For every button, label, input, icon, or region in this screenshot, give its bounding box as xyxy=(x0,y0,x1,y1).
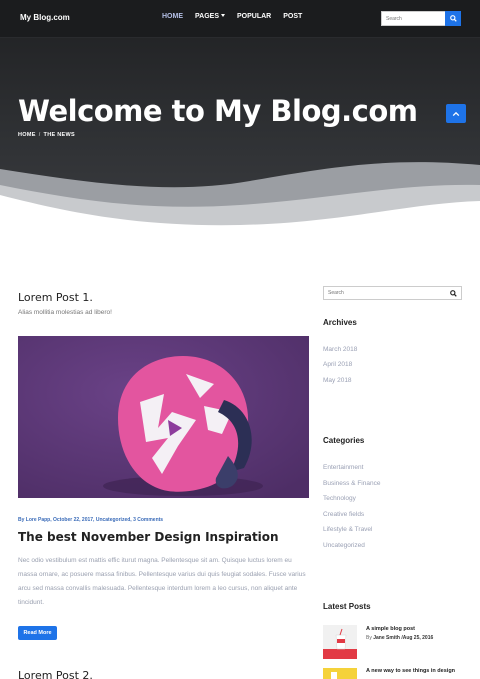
coffee-cup-image xyxy=(323,625,357,659)
category-link[interactable]: Entertainment xyxy=(323,464,363,471)
search-icon xyxy=(449,289,457,297)
post-2-title[interactable]: Lorem Post 2. xyxy=(18,669,93,679)
top-navbar: My Blog.com HOME PAGES POPULAR POST xyxy=(0,0,480,38)
article-meta: By Lore Papp, October 22, 2017, Uncatego… xyxy=(18,517,163,523)
latest-post-author[interactable]: Jane Smith xyxy=(373,635,400,641)
meta-date[interactable]: October 22, 2017, xyxy=(53,517,94,523)
search-icon xyxy=(449,15,457,22)
wave-decoration xyxy=(0,162,480,230)
category-link[interactable]: Creative fields xyxy=(323,511,364,518)
sidebar-search-input[interactable] xyxy=(324,287,445,299)
latest-post-thumbnail[interactable] xyxy=(323,667,357,679)
helmet-illustration xyxy=(18,336,309,498)
header-search-input[interactable] xyxy=(381,11,445,26)
chevron-up-icon xyxy=(452,111,460,116)
category-link[interactable]: Lifestyle & Travel xyxy=(323,526,373,533)
latest-post-meta: By Jane Smith /Aug 25, 2016 xyxy=(366,635,433,641)
read-more-button[interactable]: Read More xyxy=(18,626,57,640)
caret-down-icon xyxy=(221,14,225,17)
article-title[interactable]: The best November Design Inspiration xyxy=(18,530,279,544)
latest-post-thumbnail[interactable] xyxy=(323,625,357,659)
archive-link[interactable]: April 2018 xyxy=(323,361,352,368)
latest-post-title[interactable]: A simple blog post xyxy=(366,626,415,632)
nav-pages-label: PAGES xyxy=(195,13,219,20)
brand-logo[interactable]: My Blog.com xyxy=(20,13,70,22)
nav-home[interactable]: HOME xyxy=(162,13,183,20)
breadcrumb-separator: / xyxy=(38,132,41,138)
latest-post-date: /Aug 25, 2016 xyxy=(401,635,434,641)
latest-posts-heading: Latest Posts xyxy=(323,602,371,611)
nav-popular[interactable]: POPULAR xyxy=(237,13,271,20)
hero-title: Welcome to My Blog.com xyxy=(18,94,418,128)
meta-author[interactable]: By Lore Papp, xyxy=(18,517,52,523)
nav-post[interactable]: POST xyxy=(283,13,302,20)
category-link[interactable]: Uncategorized xyxy=(323,542,365,549)
category-link[interactable]: Technology xyxy=(323,495,356,502)
breadcrumb: HOME / THE NEWS xyxy=(18,132,75,138)
hero-banner: My Blog.com HOME PAGES POPULAR POST Welc… xyxy=(0,0,480,230)
header-search-button[interactable] xyxy=(445,11,461,26)
nav-pages[interactable]: PAGES xyxy=(195,13,225,20)
sidebar-search-button[interactable] xyxy=(445,287,461,299)
latest-post-by: By xyxy=(366,635,372,641)
archive-link[interactable]: May 2018 xyxy=(323,377,352,384)
header-search xyxy=(381,11,461,26)
scroll-top-button[interactable] xyxy=(446,104,466,123)
archive-link[interactable]: March 2018 xyxy=(323,346,357,353)
post-1-title[interactable]: Lorem Post 1. xyxy=(18,291,93,304)
breadcrumb-home[interactable]: HOME xyxy=(18,132,36,138)
breadcrumb-current: THE NEWS xyxy=(43,132,75,138)
sidebar-search xyxy=(323,286,462,300)
category-link[interactable]: Business & Finance xyxy=(323,480,380,487)
post-1-subtitle: Alias mollitia molestias ad libero! xyxy=(18,309,112,316)
main-nav: HOME PAGES POPULAR POST xyxy=(162,13,314,20)
meta-comments[interactable]: 3 Comments xyxy=(133,517,163,523)
article-excerpt: Nec odio vestibulum est mattis effic itu… xyxy=(18,557,306,606)
meta-category[interactable]: Uncategorized, xyxy=(96,517,132,523)
featured-image[interactable] xyxy=(18,336,309,498)
categories-heading: Categories xyxy=(323,436,365,445)
archives-heading: Archives xyxy=(323,318,357,327)
latest-post-title[interactable]: A new way to see things in design xyxy=(366,668,455,674)
yellow-cover-image xyxy=(323,668,357,679)
